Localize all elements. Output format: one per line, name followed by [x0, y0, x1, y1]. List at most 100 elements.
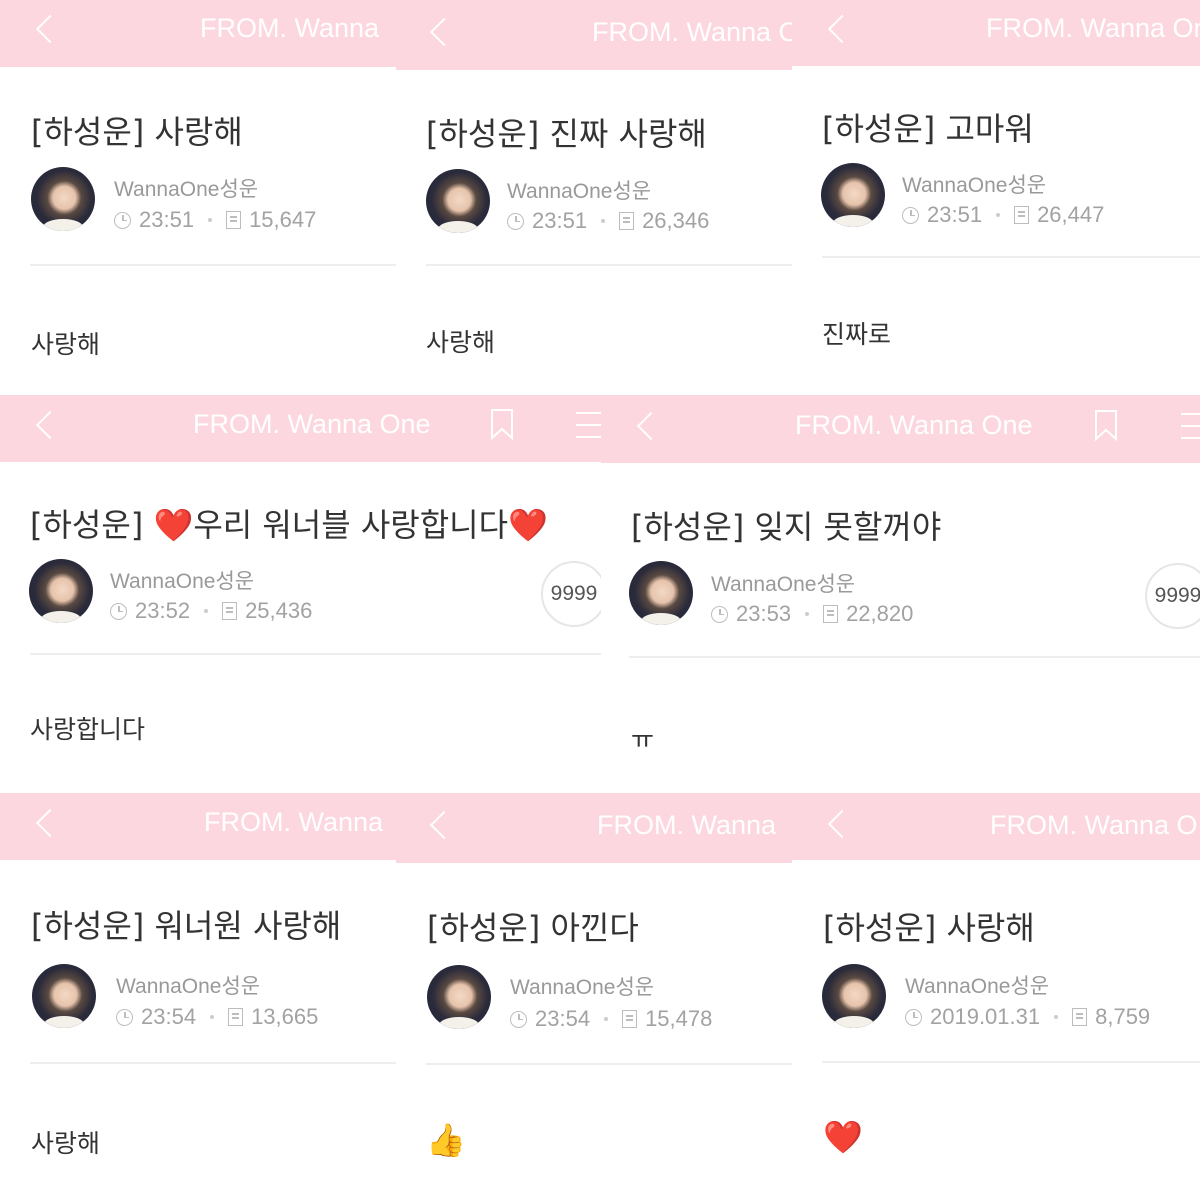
author-name[interactable]: WannaOne성운 [905, 970, 1049, 1000]
back-arrow-icon[interactable] [429, 810, 459, 840]
post-panel-4: FROM. Wanna One [하성운] ❤️우리 워너블 사랑합니다❤️ W… [0, 395, 601, 793]
avatar[interactable] [32, 964, 96, 1028]
post-panel-7: FROM. Wanna [하성운] 아낀다 WannaOne성운 23:54 1… [396, 793, 792, 1200]
header-bar: FROM. Wanna O [396, 0, 792, 70]
separator-dot [604, 1017, 609, 1021]
post-meta: 23:54 13,665 [116, 1004, 318, 1030]
post-time: 23:51 [927, 202, 983, 227]
post-panel-2: FROM. Wanna O [하성운] 진짜 사랑해 WannaOne성운 23… [396, 0, 792, 395]
separator-dot [210, 1015, 215, 1019]
avatar[interactable] [822, 964, 886, 1028]
author-name[interactable]: WannaOne성운 [507, 175, 651, 205]
avatar[interactable] [31, 167, 95, 231]
clock-icon [507, 212, 524, 230]
back-arrow-icon[interactable] [636, 411, 666, 441]
view-count: 15,478 [645, 1006, 713, 1031]
post-title: [하성운] 사랑해 [823, 909, 1035, 947]
author-name[interactable]: WannaOne성운 [116, 970, 260, 1000]
post-title: [하성운] 고마워 [822, 110, 1034, 148]
title-prefix: [하성운] [30, 506, 154, 544]
author-name[interactable]: WannaOne성운 [510, 971, 654, 1001]
back-arrow-icon[interactable] [429, 17, 459, 47]
menu-icon[interactable] [1181, 413, 1200, 445]
header-bar: FROM. Wanna One [601, 395, 1200, 463]
avatar[interactable] [629, 561, 693, 625]
heart-emoji-right: ❤️ [508, 506, 548, 544]
header-title: FROM. Wanna On [986, 13, 1200, 43]
author-name[interactable]: WannaOne성운 [114, 173, 258, 203]
back-arrow-icon[interactable] [827, 14, 857, 44]
like-count-badge[interactable]: 9999 [541, 561, 601, 627]
post-time: 23:54 [141, 1004, 197, 1029]
post-panel-3: FROM. Wanna On [하성운] 고마워 WannaOne성운 23:5… [792, 0, 1200, 395]
post-body: 진짜로 [822, 320, 892, 349]
post-meta: 23:53 22,820 [711, 601, 913, 627]
post-panel-8: FROM. Wanna O [하성운] 사랑해 WannaOne성운 2019.… [792, 793, 1200, 1200]
header-title: FROM. Wanna One [193, 409, 431, 439]
views-icon [228, 1008, 244, 1026]
clock-icon [116, 1008, 133, 1026]
separator-dot [996, 213, 1001, 217]
post-title: [하성운] 워너원 사랑해 [31, 907, 342, 945]
post-meta: 23:51 26,346 [507, 208, 709, 234]
menu-icon[interactable] [576, 412, 601, 444]
post-body: 사랑해 [31, 1129, 101, 1158]
header-title: FROM. Wanna One [795, 410, 1033, 440]
clock-icon [510, 1010, 527, 1028]
post-body: 사랑합니다 [30, 715, 146, 744]
author-name[interactable]: WannaOne성운 [711, 568, 855, 598]
divider [30, 653, 601, 655]
post-meta: 23:52 25,436 [110, 598, 312, 624]
divider [426, 1063, 792, 1065]
back-arrow-icon[interactable] [35, 410, 65, 440]
back-arrow-icon[interactable] [35, 808, 65, 838]
post-time: 23:54 [535, 1006, 591, 1031]
back-arrow-icon[interactable] [35, 14, 65, 44]
view-count: 25,436 [245, 598, 313, 623]
post-body: 👍 [426, 1121, 466, 1159]
post-title: [하성운] 사랑해 [31, 113, 243, 151]
view-count: 22,820 [846, 601, 914, 626]
divider [822, 1061, 1200, 1063]
author-name[interactable]: WannaOne성운 [110, 565, 254, 595]
divider [822, 256, 1200, 258]
avatar[interactable] [426, 169, 490, 233]
post-meta: 23:51 26,447 [902, 202, 1104, 228]
post-time: 23:51 [139, 207, 195, 232]
views-icon [823, 605, 839, 623]
post-meta: 2019.01.31 8,759 [905, 1004, 1150, 1030]
post-body: 사랑해 [426, 328, 496, 357]
header-title: FROM. Wanna [597, 810, 777, 840]
divider [30, 1062, 396, 1064]
post-panel-1: FROM. Wanna [하성운] 사랑해 WannaOne성운 23:51 1… [0, 0, 396, 395]
separator-dot [1054, 1015, 1059, 1019]
header-bar: FROM. Wanna [396, 793, 792, 863]
like-count-badge[interactable]: 9999 [1145, 563, 1200, 629]
post-time: 23:53 [736, 601, 792, 626]
separator-dot [805, 612, 810, 616]
avatar[interactable] [821, 163, 885, 227]
divider [629, 656, 1200, 658]
back-arrow-icon[interactable] [827, 809, 857, 839]
avatar[interactable] [29, 559, 93, 623]
header-bar: FROM. Wanna One [0, 395, 601, 462]
header-bar: FROM. Wanna [0, 793, 396, 860]
views-icon [1072, 1008, 1088, 1026]
author-name[interactable]: WannaOne성운 [902, 169, 1046, 199]
header-bar: FROM. Wanna [0, 0, 396, 67]
avatar[interactable] [427, 965, 491, 1029]
view-count: 26,346 [642, 208, 710, 233]
bookmark-icon[interactable] [1094, 409, 1118, 441]
views-icon [619, 212, 635, 230]
divider [30, 264, 396, 266]
view-count: 8,759 [1095, 1004, 1151, 1029]
post-title: [하성운] 잊지 못할꺼야 [631, 508, 942, 546]
post-title: [하성운] 아낀다 [427, 909, 639, 947]
bookmark-icon[interactable] [490, 408, 514, 440]
separator-dot [204, 609, 209, 613]
divider [426, 264, 792, 266]
clock-icon [114, 211, 131, 229]
post-meta: 23:51 15,647 [114, 207, 316, 233]
view-count: 15,647 [249, 207, 317, 232]
header-title: FROM. Wanna O [990, 810, 1198, 840]
